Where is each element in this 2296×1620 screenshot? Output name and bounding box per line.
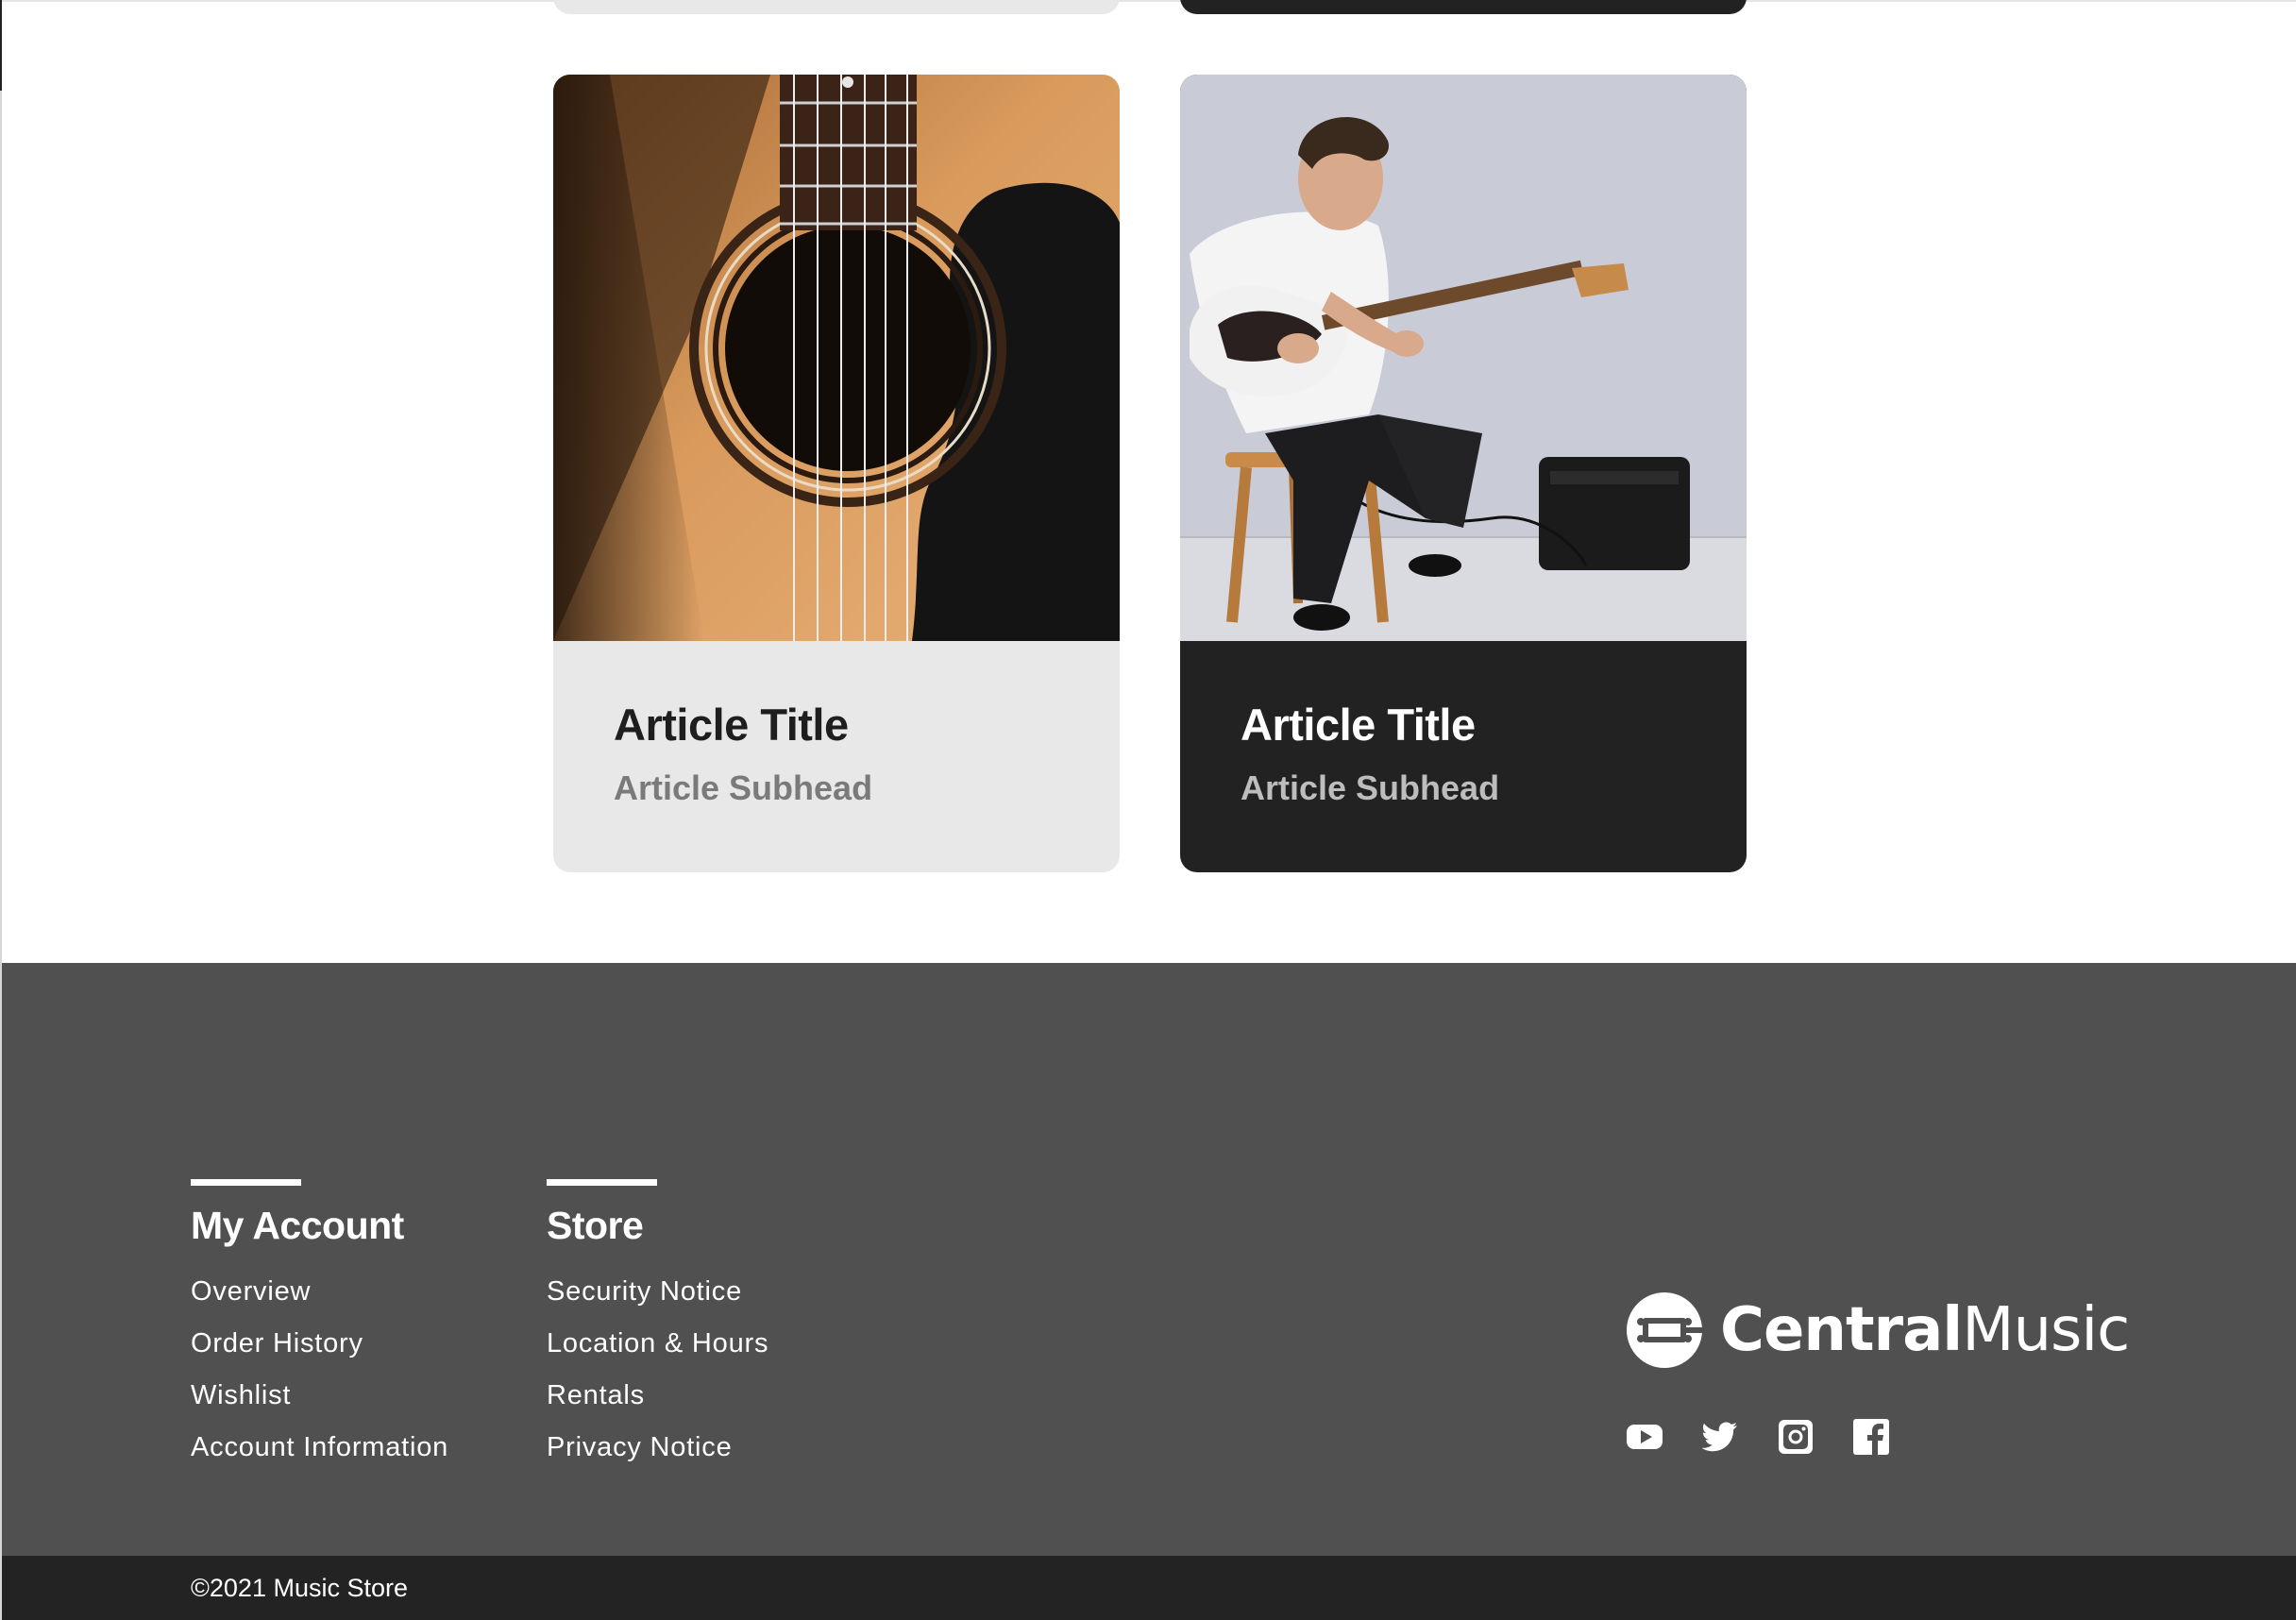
article-title[interactable]: Article Title [1241, 702, 1499, 747]
left-window-edge [0, 0, 2, 1620]
logo-wordmark: CentralMusic [1720, 1300, 2130, 1360]
article-title[interactable]: Article Title [614, 702, 872, 747]
footer-account-links: Overview Order History Wishlist Account … [191, 1266, 448, 1474]
previous-article-card-light[interactable] [553, 0, 1120, 14]
section-accent-bar [547, 1179, 657, 1186]
article-subhead: Article Subhead [1241, 768, 1500, 807]
article-card[interactable]: Article Title Article Subhead [1180, 75, 1747, 872]
footer-my-account-section: My Account Overview Order History Wishli… [191, 1179, 448, 1474]
twitter-icon[interactable] [1701, 1418, 1739, 1456]
logo-word-music: Music [1962, 1295, 2130, 1365]
footer-link-account-information[interactable]: Account Information [191, 1422, 448, 1474]
instagram-icon[interactable] [1777, 1418, 1815, 1456]
article-subhead: Article Subhead [614, 768, 873, 807]
previous-article-card-dark[interactable] [1180, 0, 1747, 14]
article-card-body: Article Title Article Subhead [614, 702, 872, 805]
bottom-bar: ©2021 Music Store [0, 1556, 2296, 1620]
page: Article Title Article Subhead Article Ti… [0, 0, 2296, 1620]
footer: My Account Overview Order History Wishli… [0, 963, 2296, 1556]
footer-link-security-notice[interactable]: Security Notice [547, 1266, 768, 1318]
logo-word-central: Central [1720, 1295, 1963, 1365]
footer-link-rentals[interactable]: Rentals [547, 1370, 768, 1422]
top-divider [0, 0, 2296, 2]
footer-link-order-history[interactable]: Order History [191, 1318, 448, 1370]
footer-heading-store: Store [547, 1204, 644, 1247]
section-accent-bar [191, 1179, 301, 1186]
footer-link-privacy-notice[interactable]: Privacy Notice [547, 1422, 768, 1474]
footer-store-links: Security Notice Location & Hours Rentals… [547, 1266, 768, 1474]
guitar-headstock-logo-icon [1627, 1292, 1703, 1368]
central-music-logo[interactable]: CentralMusic [1626, 1291, 2130, 1369]
social-links [1626, 1418, 1890, 1456]
footer-link-wishlist[interactable]: Wishlist [191, 1370, 448, 1422]
left-window-edge-top [0, 0, 2, 91]
footer-link-overview[interactable]: Overview [191, 1266, 448, 1318]
footer-store-section: Store Security Notice Location & Hours R… [547, 1179, 768, 1474]
acoustic-guitar-image [553, 75, 1120, 641]
footer-heading-my-account: My Account [191, 1204, 404, 1247]
youtube-icon[interactable] [1626, 1418, 1663, 1456]
copyright-text: ©2021 Music Store [191, 1574, 409, 1602]
footer-link-location-hours[interactable]: Location & Hours [547, 1318, 768, 1370]
article-card[interactable]: Article Title Article Subhead [553, 75, 1120, 872]
guitarist-image [1180, 75, 1747, 641]
article-card-body: Article Title Article Subhead [1241, 702, 1499, 805]
facebook-icon[interactable] [1852, 1418, 1890, 1456]
